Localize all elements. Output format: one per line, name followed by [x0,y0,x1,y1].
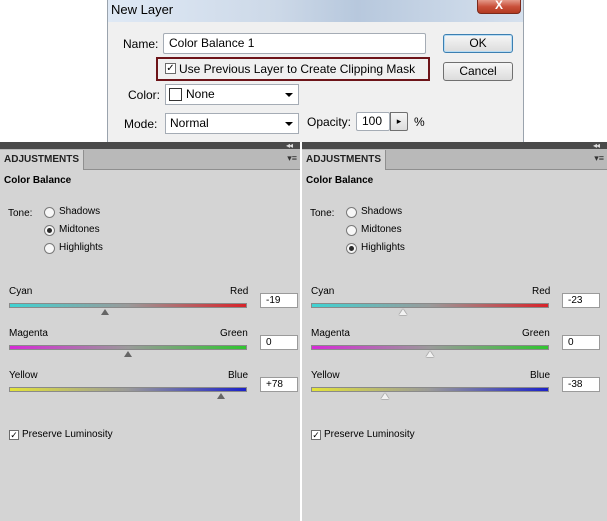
tone-radio-highlights[interactable] [346,243,357,254]
panel-tabstrip: ADJUSTMENTS ▾≡ [302,149,607,170]
slider-green-label: Green [522,328,550,339]
panel-tabstrip: ADJUSTMENTS ▾≡ [0,149,300,170]
tab-adjustments[interactable]: ADJUSTMENTS [0,150,85,170]
tone-label-highlights: Highlights [59,242,103,253]
ok-button[interactable]: OK [443,34,513,53]
preserve-luminosity-label: Preserve Luminosity [324,429,415,440]
tone-label: Tone: [310,208,335,219]
magenta-green-value[interactable]: 0 [562,335,600,350]
preserve-luminosity-checkbox[interactable]: ✓ [311,430,321,440]
close-button[interactable]: X [477,0,521,14]
tone-label-highlights: Highlights [361,242,405,253]
color-select[interactable]: None [165,84,299,105]
tab-adjustments[interactable]: ADJUSTMENTS [302,150,387,170]
slider-yellow-label: Yellow [9,370,38,381]
yellow-blue-thumb[interactable] [216,393,225,399]
panel-titlebar: ◂◂ [302,141,607,150]
tone-radio-shadows[interactable] [346,207,357,218]
magenta-green-value[interactable]: 0 [260,335,298,350]
tone-label-shadows: Shadows [361,206,403,217]
magenta-green-track[interactable] [311,345,549,350]
color-value: None [186,87,215,101]
mode-value: Normal [170,116,209,130]
slider-blue-label: Blue [530,370,551,381]
slider-yellow-label: Yellow [311,370,340,381]
cyan-red-track[interactable] [9,303,247,308]
panel-heading: Color Balance [4,175,72,186]
preserve-luminosity-label: Preserve Luminosity [22,429,113,440]
tone-radio-highlights[interactable] [44,243,55,254]
mode-select[interactable]: Normal [165,113,299,134]
chevron-down-icon [285,122,293,126]
yellow-blue-track[interactable] [311,387,549,392]
percent-label: % [414,115,425,129]
panel-menu-icon[interactable]: ▾≡ [287,153,297,164]
adjustments-panel-midtones: ◂◂ ADJUSTMENTS ▾≡ Color Balance Tone: Sh… [0,141,300,521]
name-input[interactable]: Color Balance 1 [163,33,426,54]
tone-label-midtones: Midtones [361,224,402,235]
adjustments-panel-highlights: ◂◂ ADJUSTMENTS ▾≡ Color Balance Tone: Sh… [302,141,607,521]
cyan-red-track[interactable] [311,303,549,308]
clipping-mask-highlight [156,57,430,81]
slider-cyan-label: Cyan [9,286,33,297]
color-swatch [169,88,182,101]
slider-red-label: Red [230,286,249,297]
opacity-stepper-button[interactable]: ▸ [390,112,408,131]
tone-label-shadows: Shadows [59,206,101,217]
yellow-blue-value[interactable]: +78 [260,377,298,392]
cyan-red-thumb[interactable] [398,309,407,315]
panel-titlebar: ◂◂ [0,141,300,150]
slider-green-label: Green [220,328,248,339]
name-label: Name: [123,37,159,51]
magenta-green-thumb[interactable] [124,351,132,357]
tone-radio-midtones[interactable] [44,225,55,236]
tone-label: Tone: [8,208,33,219]
opacity-input[interactable]: 100 [356,112,390,131]
slider-cyan-label: Cyan [311,286,335,297]
magenta-green-track[interactable] [9,345,247,350]
chevron-down-icon [285,93,293,97]
mode-label: Mode: [124,117,158,131]
cyan-red-thumb[interactable] [101,309,110,315]
slider-magenta-label: Magenta [311,328,350,339]
tone-radio-midtones[interactable] [346,225,357,236]
cyan-red-value[interactable]: -19 [260,293,298,308]
magenta-green-thumb[interactable] [426,351,434,357]
preserve-luminosity-checkbox[interactable]: ✓ [9,430,19,440]
cyan-red-value[interactable]: -23 [562,293,600,308]
yellow-blue-thumb[interactable] [380,393,389,399]
slider-red-label: Red [532,286,551,297]
slider-magenta-label: Magenta [9,328,48,339]
slider-blue-label: Blue [228,370,249,381]
dialog-titlebar: New Layer X [108,0,523,22]
color-label: Color: [128,88,161,102]
panel-menu-icon[interactable]: ▾≡ [594,153,604,164]
tone-label-midtones: Midtones [59,224,100,235]
dialog-title: New Layer [111,2,174,17]
tone-radio-shadows[interactable] [44,207,55,218]
yellow-blue-track[interactable] [9,387,247,392]
opacity-label: Opacity: [307,115,352,129]
cancel-button[interactable]: Cancel [443,62,513,81]
yellow-blue-value[interactable]: -38 [562,377,600,392]
panel-heading: Color Balance [306,175,374,186]
